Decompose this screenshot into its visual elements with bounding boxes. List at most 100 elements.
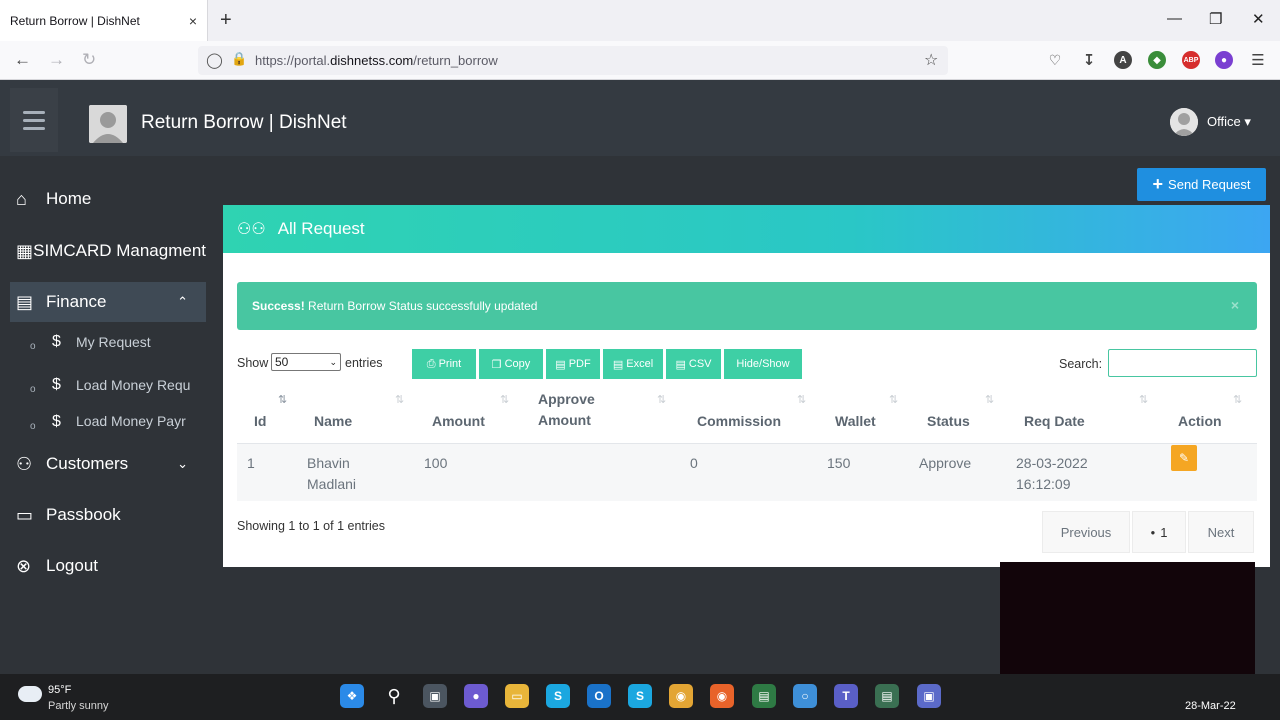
user-caret-icon: ▾ [1244, 114, 1251, 129]
pagination-previous[interactable]: Previous [1042, 511, 1130, 553]
button-label: Excel [626, 358, 654, 370]
cell-name: Bhavin Madlani [307, 455, 357, 492]
sort-icon[interactable]: ⇅ [657, 393, 666, 406]
excel-button[interactable]: ▤ Excel [603, 349, 663, 379]
browser-tab[interactable]: Return Borrow | DishNet × [0, 0, 208, 41]
sort-icon[interactable]: ⇅ [797, 393, 806, 406]
chrome-icon[interactable]: ◉ [669, 684, 693, 708]
th-amount[interactable]: Amount [432, 411, 485, 432]
edit-button[interactable]: ✎ [1171, 445, 1197, 471]
bookmark-star-icon[interactable]: ☆ [924, 50, 938, 70]
sidebar-item-logout[interactable]: ⊗ Logout [10, 546, 206, 586]
pocket-icon[interactable]: ♡ [1046, 51, 1064, 69]
th-wallet[interactable]: Wallet [835, 411, 876, 432]
weather-cloud-icon[interactable] [18, 686, 42, 702]
hide-show-button[interactable]: Hide/Show [724, 349, 802, 379]
minimize-icon[interactable]: — [1167, 10, 1182, 27]
weather-temperature[interactable]: 95°F [48, 684, 71, 696]
pagination-page[interactable]: ● 1 [1132, 511, 1186, 553]
extension-icon[interactable]: ◆ [1148, 51, 1166, 69]
chevron-up-icon: ⌃ [177, 294, 188, 309]
print-button[interactable]: ⎙ Print [412, 349, 476, 379]
cell-status: Approve [919, 455, 972, 471]
skype-icon[interactable]: S [546, 684, 570, 708]
home-icon: ⌂ [16, 188, 27, 209]
sidebar-subitem-load-money-request[interactable]: o $ Load Money Requ [30, 370, 206, 400]
sort-icon[interactable]: ⇅ [278, 393, 287, 406]
file-pdf-icon: ▤ [555, 358, 566, 371]
plus-icon: + [1152, 174, 1164, 194]
sidebar-subitem-load-money-payment[interactable]: o $ Load Money Payr [30, 413, 206, 435]
th-approve-amount[interactable]: Approve Amount [538, 389, 618, 431]
sidebar-subitem-my-request[interactable]: o $ My Request [30, 327, 206, 357]
cell-id: 1 [247, 455, 255, 471]
reload-icon[interactable]: ↻ [82, 51, 96, 69]
menu-icon[interactable]: ☰ [1249, 51, 1267, 69]
th-commission[interactable]: Commission [697, 411, 781, 432]
copy-button[interactable]: ❐ Copy [479, 349, 543, 379]
window-close-icon[interactable]: ✕ [1252, 10, 1265, 28]
shield-icon[interactable]: ◯ [206, 51, 223, 69]
notepad-icon[interactable]: ▤ [875, 684, 899, 708]
tab-close-icon[interactable]: × [189, 13, 197, 29]
sidebar-item-home[interactable]: ⌂ Home [10, 179, 206, 219]
address-bar[interactable]: ◯ 🔒 https://portal.dishnetss.com/return_… [198, 46, 948, 75]
restore-icon[interactable]: ❐ [1209, 10, 1222, 28]
skype-icon[interactable]: S [628, 684, 652, 708]
outlook-icon[interactable]: O [587, 684, 611, 708]
entries-length-select[interactable]: 50 ⌄ [271, 353, 341, 371]
download-icon[interactable]: ↧ [1080, 51, 1098, 69]
folder-icon[interactable]: ▭ [505, 684, 529, 708]
search-input[interactable] [1108, 349, 1257, 377]
app-icon[interactable]: ▣ [917, 684, 941, 708]
photos-icon[interactable]: ▤ [752, 684, 776, 708]
lock-icon[interactable]: 🔒 [231, 51, 247, 67]
sort-icon: ⇅ [1233, 394, 1242, 406]
task-view-icon[interactable]: ▣ [423, 684, 447, 708]
adblock-icon[interactable]: ABP [1182, 51, 1200, 69]
users-icon: ⚇⚇ [237, 221, 266, 238]
th-id[interactable]: Id [254, 411, 266, 432]
sidebar-item-customers[interactable]: ⚇ Customers ⌄ [10, 444, 206, 484]
pagination-next[interactable]: Next [1188, 511, 1254, 553]
th-name[interactable]: Name [314, 411, 352, 432]
alert-strong: Success! [252, 299, 305, 313]
sidebar-item-passbook[interactable]: ▭ Passbook [10, 495, 206, 535]
alert-close-icon[interactable]: × [1231, 297, 1239, 313]
teams-icon[interactable]: T [834, 684, 858, 708]
sidebar-item-simcard[interactable]: ▦ SIMCARD Managment [10, 231, 206, 271]
file-csv-icon: ▤ [675, 358, 686, 371]
dollar-icon: $ [52, 333, 61, 350]
sidebar-item-finance[interactable]: ▤ Finance ⌃ [10, 282, 206, 322]
new-tab-button[interactable]: + [220, 10, 232, 30]
send-request-button[interactable]: + Send Request [1137, 168, 1266, 201]
chat-icon[interactable]: ● [464, 684, 488, 708]
forward-icon[interactable]: → [48, 51, 65, 69]
entries-label: entries [345, 356, 383, 370]
firefox-icon[interactable]: ◉ [710, 684, 734, 708]
sort-icon[interactable]: ⇅ [500, 393, 509, 406]
user-avatar[interactable] [1170, 108, 1198, 136]
chevron-down-icon: ⌄ [329, 357, 337, 367]
hamburger-menu-icon[interactable] [10, 88, 58, 152]
weather-description[interactable]: Partly sunny [48, 700, 109, 712]
color-picker-icon[interactable]: ● [1215, 51, 1233, 69]
browser-icon[interactable]: ○ [793, 684, 817, 708]
th-status[interactable]: Status [927, 411, 970, 432]
sort-icon[interactable]: ⇅ [395, 393, 404, 406]
sort-icon[interactable]: ⇅ [889, 393, 898, 406]
pdf-button[interactable]: ▤ PDF [546, 349, 600, 379]
grid-icon: ▦ [16, 240, 34, 261]
url-text[interactable]: https://portal.dishnetss.com/return_borr… [255, 53, 498, 68]
user-menu[interactable]: Office ▾ [1207, 114, 1251, 130]
csv-button[interactable]: ▤ CSV [666, 349, 721, 379]
sort-icon[interactable]: ⇅ [1139, 393, 1148, 406]
sort-icon[interactable]: ⇅ [985, 393, 994, 406]
clock-date[interactable]: 28-Mar-22 [1185, 700, 1236, 712]
th-req-date[interactable]: Req Date [1024, 411, 1085, 432]
back-icon[interactable]: ← [14, 51, 31, 69]
start-icon[interactable]: ❖ [340, 684, 364, 708]
browser-nav-bar: ← → ↻ ◯ 🔒 https://portal.dishnetss.com/r… [0, 41, 1280, 80]
search-icon[interactable]: ⚲ [382, 684, 406, 708]
account-icon[interactable]: A [1114, 51, 1132, 69]
